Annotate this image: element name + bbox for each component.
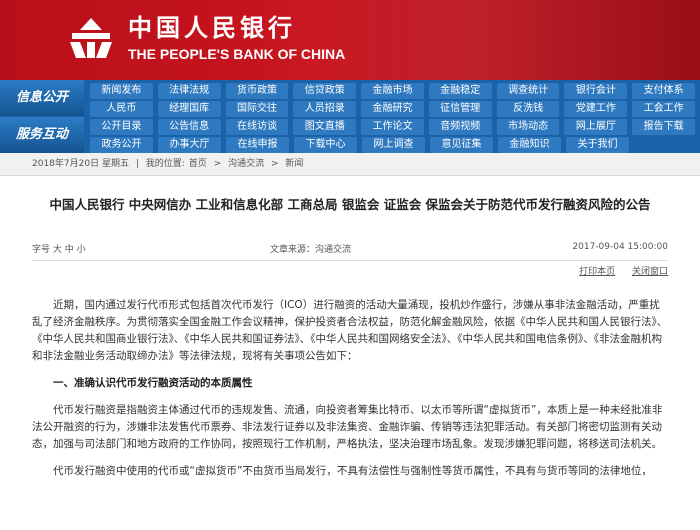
site-logo-en[interactable]: THE PEOPLE'S BANK OF CHINA (128, 46, 345, 62)
article-title: 中国人民银行 中央网信办 工业和信息化部 工商总局 银监会 证监会 保监会关于防… (49, 197, 651, 212)
article-paragraph: 代币发行融资中使用的代币或“虚拟货币”不由货币当局发行，不具有法偿性与强制性等货… (53, 465, 652, 477)
nav-item-financial-market[interactable]: 金融市场 (361, 83, 424, 99)
breadcrumb-home[interactable]: 首页 (189, 159, 207, 169)
print-page-link[interactable]: 打印本页 (579, 267, 615, 277)
nav-item-financial-stability[interactable]: 金融稳定 (428, 83, 492, 99)
nav-item-treasury[interactable]: 经理国库 (157, 101, 221, 117)
article-meta: 字号 大 中 小 文章来源：沟通交流 2017-09-04 15:00:00 (32, 242, 668, 261)
nav-item-rmb[interactable]: 人民币 (90, 101, 153, 117)
nav-row: 公开目录 公告信息 在线访谈 图文直播 工作论文 音频视频 市场动态 网上展厅 … (90, 119, 700, 136)
nav-item-announcements[interactable]: 公告信息 (157, 119, 221, 135)
nav-item-catalog[interactable]: 公开目录 (90, 119, 153, 135)
nav-item-reports[interactable]: 报告下载 (632, 119, 696, 135)
nav-item-downloads[interactable]: 下载中心 (294, 137, 357, 153)
article-body: 近期，国内通过发行代币形式包括首次代币发行（ICO）进行融资的活动大量涌现，投机… (32, 297, 668, 480)
nav-item-aml[interactable]: 反洗钱 (496, 101, 560, 117)
breadcrumb-communication[interactable]: 沟通交流 (228, 159, 264, 169)
nav-row: 政务公开 办事大厅 在线申报 下载中心 网上调查 意见征集 金融知识 关于我们 (90, 137, 700, 154)
nav-item-survey[interactable]: 网上调查 (362, 137, 425, 153)
breadcrumb-separator: > (213, 159, 222, 169)
close-window-link[interactable]: 关闭窗口 (632, 267, 668, 277)
nav-item-live[interactable]: 图文直播 (293, 119, 357, 135)
main-nav: 信息公开 服务互动 新闻发布 法律法规 货币政策 信贷政策 金融市场 金融稳定 … (0, 80, 700, 153)
nav-item-union[interactable]: 工会工作 (632, 101, 696, 117)
nav-item-monetary-policy[interactable]: 货币政策 (225, 83, 289, 99)
nav-item-service-hall[interactable]: 办事大厅 (158, 137, 221, 153)
nav-row: 人民币 经理国库 国际交往 人员招录 金融研究 征信管理 反洗钱 党建工作 工会… (90, 101, 700, 118)
current-date: 2018年7月20日 星期五 (32, 159, 129, 169)
nav-item-credit-reference[interactable]: 征信管理 (428, 101, 492, 117)
nav-item-market-news[interactable]: 市场动态 (496, 119, 560, 135)
nav-item-party[interactable]: 党建工作 (564, 101, 628, 117)
nav-item-international[interactable]: 国际交往 (225, 101, 289, 117)
nav-item-gov-affairs[interactable]: 政务公开 (90, 137, 153, 153)
nav-item-laws[interactable]: 法律法规 (157, 83, 221, 99)
pboc-emblem-icon (70, 18, 112, 58)
article-paragraph: 近期，国内通过发行代币形式包括首次代币发行（ICO）进行融资的活动大量涌现，投机… (32, 299, 668, 362)
article-paragraph: 代币发行融资是指融资主体通过代币的违规发售、流通，向投资者筹集比特币、以太币等所… (32, 404, 663, 450)
article-datetime: 2017-09-04 15:00:00 (572, 242, 668, 252)
nav-item-about[interactable]: 关于我们 (566, 137, 629, 153)
nav-item-financial-knowledge[interactable]: 金融知识 (498, 137, 561, 153)
breadcrumb-news[interactable]: 新闻 (285, 159, 303, 169)
article-tools: 打印本页 关闭窗口 (32, 261, 668, 283)
nav-item-news[interactable]: 新闻发布 (90, 83, 153, 99)
nav-item-recruitment[interactable]: 人员招录 (293, 101, 357, 117)
nav-item-statistics[interactable]: 调查统计 (496, 83, 560, 99)
article-section-heading: 一、准确认识代币发行融资活动的本质属性 (53, 377, 253, 389)
breadcrumb-prefix: 我的位置: (145, 159, 185, 169)
nav-item-accounting[interactable]: 银行会计 (564, 83, 628, 99)
breadcrumb-separator: | (135, 159, 139, 169)
nav-section-service[interactable]: 服务互动 (0, 117, 84, 153)
nav-item-media[interactable]: 音频视频 (428, 119, 492, 135)
nav-section-info[interactable]: 信息公开 (0, 80, 84, 116)
nav-row: 新闻发布 法律法规 货币政策 信贷政策 金融市场 金融稳定 调查统计 银行会计 … (90, 83, 700, 100)
site-logo-cn[interactable]: 中国人民银行 (128, 13, 296, 43)
font-size-controls[interactable]: 字号 大 中 小 (32, 242, 86, 255)
nav-item-research[interactable]: 金融研究 (361, 101, 424, 117)
nav-item-papers[interactable]: 工作论文 (361, 119, 424, 135)
article-source: 文章来源：沟通交流 (270, 245, 352, 255)
site-header: 中国人民银行 THE PEOPLE'S BANK OF CHINA (0, 0, 700, 80)
nav-item-payment[interactable]: 支付体系 (632, 83, 696, 99)
nav-item-interviews[interactable]: 在线访谈 (225, 119, 289, 135)
breadcrumb: 2018年7月20日 星期五 | 我的位置: 首页 > 沟通交流 > 新闻 (0, 153, 700, 176)
nav-item-online-application[interactable]: 在线申报 (226, 137, 289, 153)
breadcrumb-separator: > (271, 159, 279, 169)
nav-grid: 新闻发布 法律法规 货币政策 信贷政策 金融市场 金融稳定 调查统计 银行会计 … (90, 83, 700, 155)
nav-item-exhibition[interactable]: 网上展厅 (564, 119, 628, 135)
nav-item-opinions[interactable]: 意见征集 (430, 137, 493, 153)
nav-item-credit-policy[interactable]: 信贷政策 (293, 83, 357, 99)
article: 中国人民银行 中央网信办 工业和信息化部 工商总局 银监会 证监会 保监会关于防… (0, 196, 700, 480)
